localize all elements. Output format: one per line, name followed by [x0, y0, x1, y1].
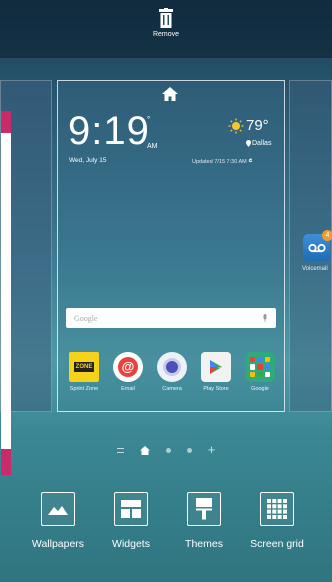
widgets-icon: [114, 492, 148, 526]
app-row: ZONE Sprint Zone @ Email Camera Play Sto…: [58, 352, 286, 402]
widgets-label: Widgets: [112, 538, 150, 550]
google-folder-icon: [245, 352, 275, 382]
clock-ring-icon: °: [147, 115, 151, 124]
screen-grid-button[interactable]: Screen grid: [237, 492, 317, 550]
location-pin-icon: [246, 140, 251, 147]
app-camera[interactable]: Camera: [150, 352, 194, 392]
refresh-icon[interactable]: [248, 158, 253, 163]
themes-icon: [187, 492, 221, 526]
microphone-icon[interactable]: [262, 313, 268, 323]
edit-top-bar: Remove: [0, 0, 332, 58]
app-label: Email: [121, 386, 135, 392]
clock-time: 9:19: [68, 109, 150, 153]
left-home-page-preview[interactable]: [0, 80, 52, 475]
wallpapers-label: Wallpapers: [31, 538, 85, 550]
home-page-indicator-icon[interactable]: [139, 445, 150, 455]
weather-updated: Updated 7/15 7:30 AM: [192, 158, 253, 165]
themes-button[interactable]: Themes: [164, 492, 244, 550]
page-indicator: +: [0, 443, 332, 456]
page-dot[interactable]: [165, 447, 171, 453]
briefing-page-indicator-icon[interactable]: [116, 447, 124, 453]
google-search-bar[interactable]: Google: [66, 308, 276, 328]
clock-ampm: AM: [147, 143, 158, 150]
app-label: Camera: [162, 386, 182, 392]
main-home-page-preview[interactable]: 9:19 ° AM Wed, July 15 79° Dallas Update…: [57, 80, 285, 412]
app-label: Google: [251, 386, 269, 392]
app-label: Sprint Zone: [69, 386, 99, 392]
sun-icon: [228, 118, 244, 134]
play-store-icon: [201, 352, 231, 382]
page-dot[interactable]: [186, 447, 192, 453]
widgets-button[interactable]: Widgets: [91, 492, 171, 550]
voicemail-badge: 4: [322, 230, 332, 241]
app-play-store[interactable]: Play Store: [194, 352, 238, 392]
search-placeholder: Google: [74, 313, 98, 323]
email-icon: @: [113, 352, 143, 382]
add-page-icon[interactable]: +: [208, 443, 216, 456]
screen-grid-label: Screen grid: [250, 538, 304, 550]
app-email[interactable]: @ Email: [106, 352, 150, 392]
app-sprint-zone[interactable]: ZONE Sprint Zone: [62, 352, 106, 392]
trash-icon: [158, 8, 173, 28]
app-label: Play Store: [203, 386, 229, 392]
app-google-folder[interactable]: Google: [238, 352, 282, 392]
remove-label: Remove: [152, 31, 180, 38]
wallpapers-button[interactable]: Wallpapers: [18, 492, 98, 550]
edit-options-bar: Wallpapers Widgets Themes Screen grid: [0, 484, 332, 564]
sprint-zone-icon: ZONE: [69, 352, 99, 382]
home-icon[interactable]: [162, 87, 178, 101]
screen-grid-icon: [260, 492, 294, 526]
voicemail-label: Voicemail: [302, 266, 328, 272]
weather-temperature: 79°: [246, 117, 269, 134]
camera-icon: [157, 352, 187, 382]
wallpapers-icon: [41, 492, 75, 526]
remove-button[interactable]: Remove: [153, 8, 179, 38]
themes-label: Themes: [185, 538, 223, 550]
weather-location-label: Dallas: [252, 140, 272, 147]
clock-date: Wed, July 15: [69, 157, 107, 164]
weather-location: Dallas: [246, 140, 271, 147]
